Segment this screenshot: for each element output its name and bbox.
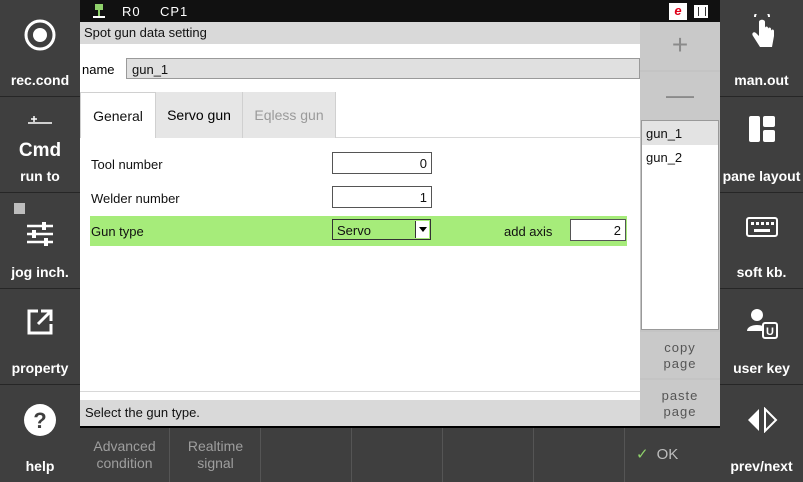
check-icon: ✓ xyxy=(636,446,649,463)
list-item[interactable]: gun_2 xyxy=(642,145,718,169)
name-label: name xyxy=(82,62,115,77)
welder-number-label: Welder number xyxy=(91,191,180,206)
list-panel: + — gun_1 gun_2 copy page paste page xyxy=(640,22,720,426)
tool-number-label: Tool number xyxy=(91,157,163,172)
status-message: Select the gun type. xyxy=(80,400,640,426)
user-key-label: user key xyxy=(733,360,790,376)
keyboard-icon xyxy=(745,217,778,237)
pane-layout-icon xyxy=(748,116,775,142)
checkbox-indicator xyxy=(14,203,25,214)
help-button[interactable]: ? help xyxy=(0,384,80,482)
svg-text:U: U xyxy=(766,326,774,338)
touch-hand-icon xyxy=(751,14,774,47)
welder-number-row: Welder number 1 xyxy=(90,184,627,212)
gun-list: gun_1 gun_2 xyxy=(641,120,719,330)
robot-status-icon xyxy=(93,4,105,18)
prev-next-button[interactable]: prev/next xyxy=(720,384,803,482)
function-key-6[interactable] xyxy=(535,428,625,482)
man-out-button[interactable]: man.out xyxy=(720,0,803,96)
general-tab-content: Tool number 0 Welder number 1 Gun type S… xyxy=(80,138,640,392)
user-key-icon: U xyxy=(746,309,778,339)
sliders-icon xyxy=(27,222,53,246)
left-panel: rec.cond Cmd run to jog inch. property ?… xyxy=(0,0,80,482)
gun-type-label: Gun type xyxy=(91,224,144,239)
sd-card-icon xyxy=(694,5,708,18)
tool-number-input[interactable]: 0 xyxy=(332,152,432,174)
tab-general[interactable]: General xyxy=(80,92,156,139)
function-key-5[interactable] xyxy=(444,428,534,482)
rec-cond-label: rec.cond xyxy=(10,72,70,88)
man-out-label: man.out xyxy=(734,72,789,88)
tab-bar: General Servo gun Eqless gun xyxy=(80,92,640,139)
right-panel: man.out pane layout soft kb. U user key xyxy=(720,0,803,482)
cmd-icon xyxy=(28,116,52,124)
run-to-button[interactable]: Cmd run to xyxy=(0,96,80,192)
copy-page-button[interactable]: copy page xyxy=(640,332,720,378)
soft-kb-button[interactable]: soft kb. xyxy=(720,192,803,288)
tool-number-row: Tool number 0 xyxy=(90,150,627,178)
ok-label: OK xyxy=(656,446,679,463)
property-label: property xyxy=(11,360,69,376)
welder-number-input[interactable]: 1 xyxy=(332,186,432,208)
prev-next-label: prev/next xyxy=(730,458,793,474)
help-icon: ? xyxy=(24,404,56,436)
pane-layout-label: pane layout xyxy=(722,168,801,184)
add-axis-input[interactable]: 2 xyxy=(570,219,626,241)
gun-type-value: Servo xyxy=(337,223,371,238)
status-bar: R0 CP1 e xyxy=(80,0,720,22)
copy-page-label: copy page xyxy=(663,340,697,371)
svg-text:?: ? xyxy=(33,408,46,433)
dialog-title: Spot gun data setting xyxy=(80,22,640,44)
ok-button[interactable]: ✓ OK xyxy=(628,428,720,482)
record-icon xyxy=(24,19,56,51)
realtime-signal-button[interactable]: Realtime signal xyxy=(171,428,261,482)
tab-eqless-gun[interactable]: Eqless gun xyxy=(242,92,336,138)
soft-kb-label: soft kb. xyxy=(736,264,787,280)
list-item[interactable]: gun_1 xyxy=(642,121,718,145)
function-bar: Advanced condition Realtime signal ✓ OK xyxy=(80,428,720,482)
remove-item-button[interactable]: — xyxy=(640,72,720,120)
user-key-button[interactable]: U user key xyxy=(720,288,803,384)
jog-inch-button[interactable]: jog inch. xyxy=(0,192,80,288)
cmd-label: Cmd xyxy=(18,140,62,161)
name-input[interactable]: gun_1 xyxy=(126,58,640,79)
robot-label: R0 xyxy=(122,4,141,19)
mode-badge: e xyxy=(669,3,687,20)
add-item-button[interactable]: + xyxy=(640,22,720,70)
prev-next-icon xyxy=(747,407,777,433)
paste-page-label: paste page xyxy=(661,388,699,419)
rec-cond-button[interactable]: rec.cond xyxy=(0,0,80,96)
function-key-3[interactable] xyxy=(262,428,352,482)
external-link-icon xyxy=(27,309,53,335)
tab-servo-gun[interactable]: Servo gun xyxy=(155,92,242,138)
name-row: name gun_1 xyxy=(80,58,640,80)
property-button[interactable]: property xyxy=(0,288,80,384)
add-axis-label: add axis xyxy=(504,224,553,239)
function-key-4[interactable] xyxy=(353,428,443,482)
advanced-condition-button[interactable]: Advanced condition xyxy=(80,428,170,482)
coord-label: CP1 xyxy=(160,4,189,19)
run-to-label: run to xyxy=(20,168,60,184)
paste-page-button[interactable]: paste page xyxy=(640,380,720,426)
spot-gun-dialog: Spot gun data setting name gun_1 General… xyxy=(80,22,640,426)
jog-inch-label: jog inch. xyxy=(11,264,69,280)
chevron-down-icon[interactable] xyxy=(415,221,429,238)
pane-layout-button[interactable]: pane layout xyxy=(720,96,803,192)
gun-type-select[interactable]: Servo xyxy=(332,219,431,240)
help-label: help xyxy=(25,458,55,474)
gun-type-row[interactable]: Gun type Servo add axis 2 xyxy=(90,216,627,246)
